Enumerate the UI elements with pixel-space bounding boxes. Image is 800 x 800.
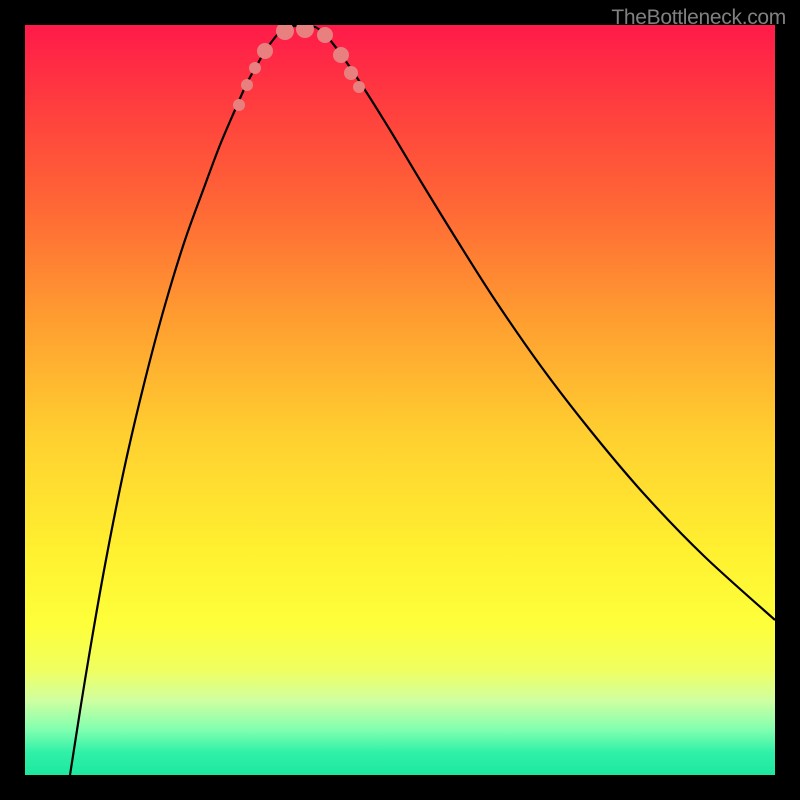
valley-markers <box>233 25 365 111</box>
left-curve <box>70 30 281 775</box>
curve-group <box>70 26 775 775</box>
marker-dot <box>276 25 294 40</box>
marker-dot <box>353 81 365 93</box>
right-curve <box>320 30 775 620</box>
marker-dot <box>249 62 261 74</box>
marker-dot <box>241 79 253 91</box>
marker-dot <box>233 99 245 111</box>
marker-dot <box>333 47 349 63</box>
chart-svg <box>25 25 775 775</box>
marker-dot <box>317 27 333 43</box>
marker-dot <box>296 25 314 38</box>
marker-dot <box>344 66 358 80</box>
marker-dot <box>257 43 273 59</box>
watermark-text: TheBottleneck.com <box>611 6 786 30</box>
